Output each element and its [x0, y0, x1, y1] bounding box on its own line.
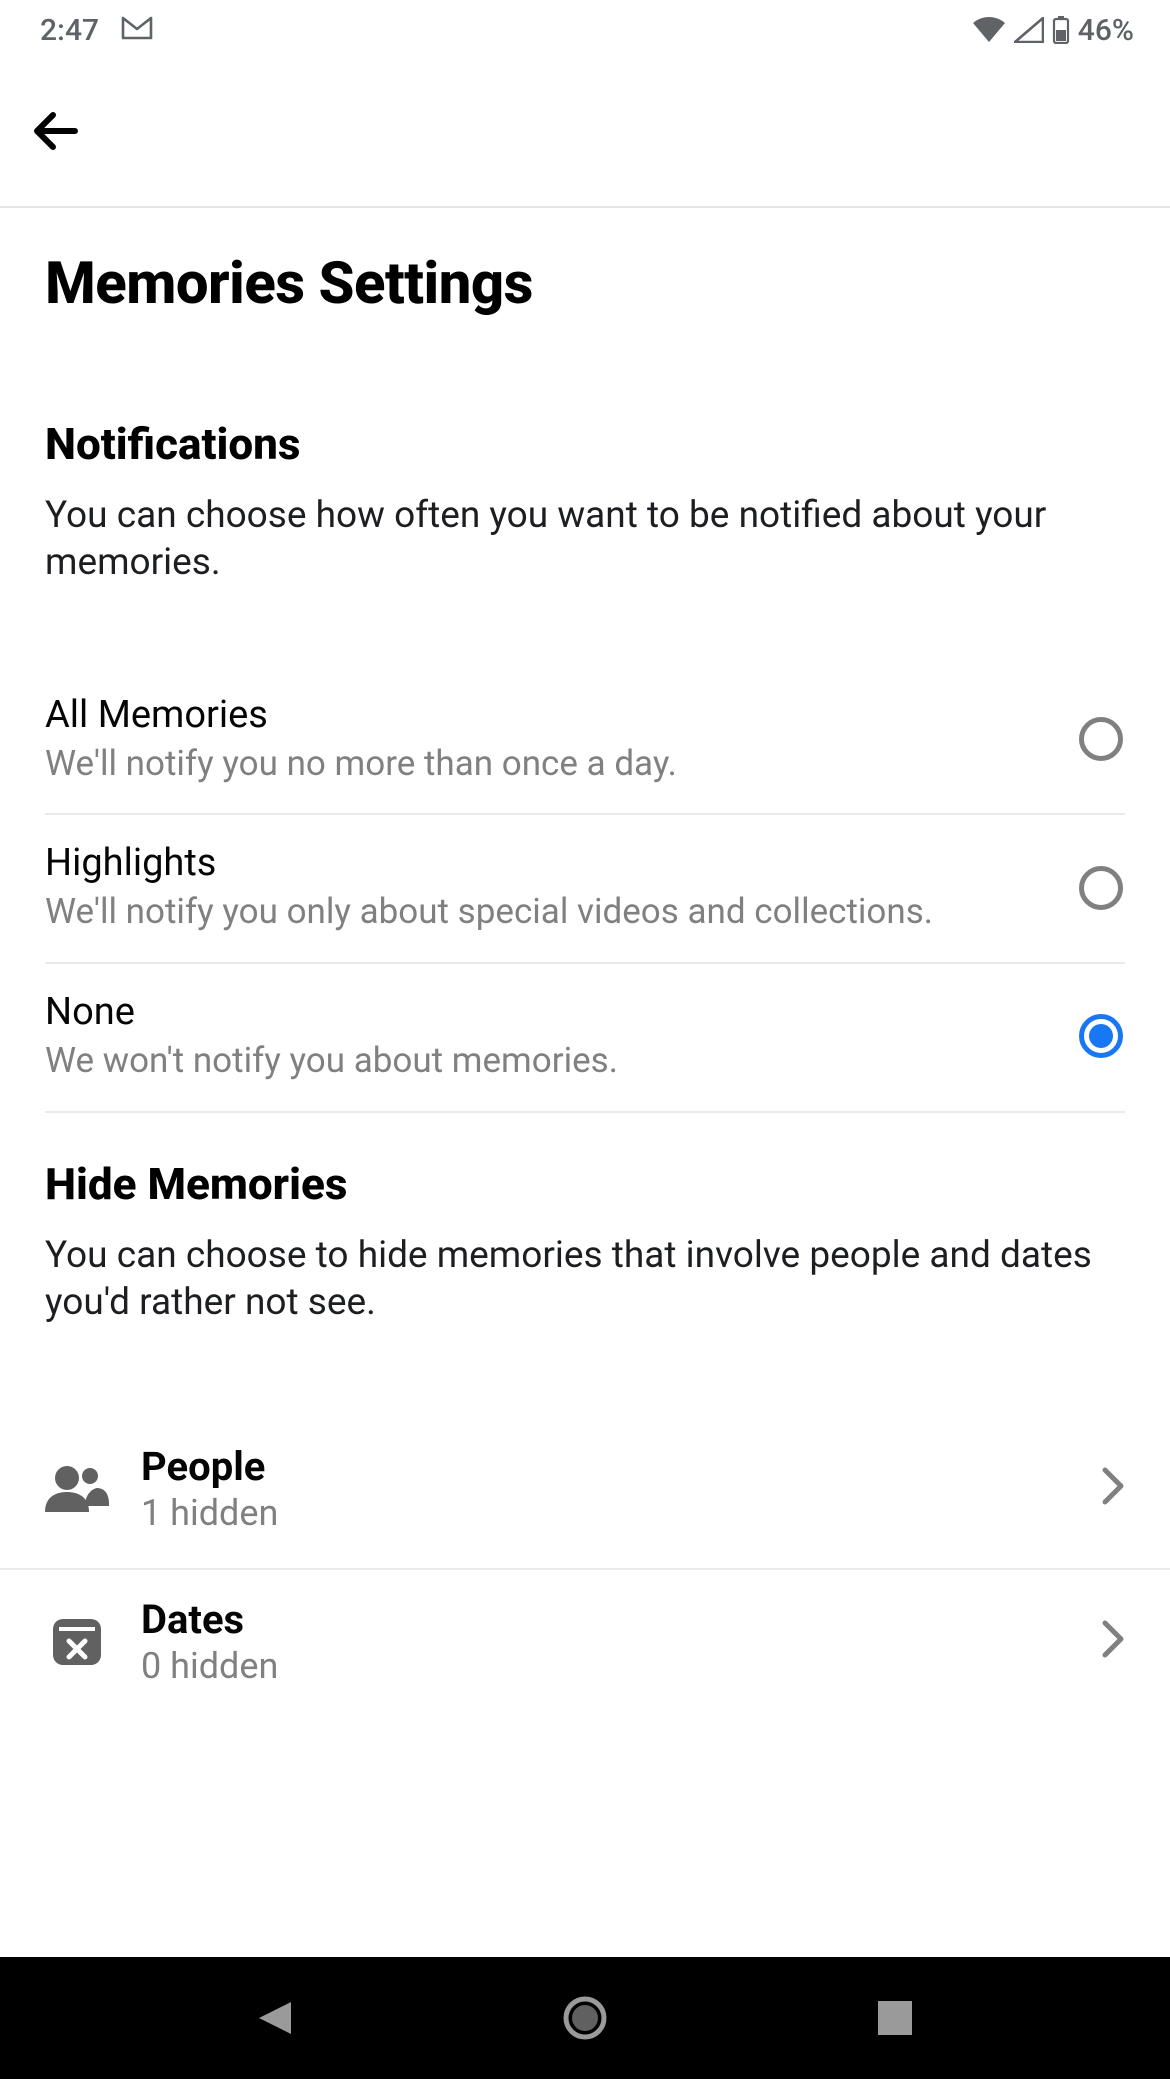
back-button[interactable] [22, 98, 92, 168]
hide-text: Dates 0 hidden [141, 1596, 1069, 1687]
hide-people-row[interactable]: People 1 hidden [45, 1417, 1125, 1568]
radio-none[interactable] [1077, 1012, 1125, 1060]
option-sub: We'll notify you only about special vide… [45, 891, 1053, 934]
option-label: None [45, 990, 1053, 1034]
notification-options: All Memories We'll notify you no more th… [45, 667, 1125, 1113]
radio-highlights[interactable] [1077, 864, 1125, 912]
cell-signal-icon [1014, 17, 1044, 43]
wifi-icon [972, 17, 1006, 43]
chevron-right-icon [1101, 1619, 1125, 1663]
battery-percent: 46% [1078, 13, 1134, 48]
nav-home-button[interactable] [557, 1990, 613, 2046]
hide-label: People [141, 1443, 1069, 1490]
option-all-memories[interactable]: All Memories We'll notify you no more th… [45, 667, 1125, 816]
hide-title: Hide Memories [45, 1158, 1125, 1210]
notifications-title: Notifications [45, 418, 1125, 470]
option-label: Highlights [45, 841, 1053, 885]
option-highlights[interactable]: Highlights We'll notify you only about s… [45, 815, 1125, 964]
hide-list: People 1 hidden Dates 0 hidden [45, 1417, 1125, 1721]
hide-sub: 1 hidden [141, 1492, 1069, 1534]
status-time: 2:47 [40, 13, 99, 48]
battery-icon [1052, 16, 1070, 44]
people-icon [45, 1456, 109, 1520]
option-label: All Memories [45, 693, 1053, 737]
calendar-x-icon [45, 1609, 109, 1673]
hide-text: People 1 hidden [141, 1443, 1069, 1534]
option-text: Highlights We'll notify you only about s… [45, 841, 1053, 934]
status-right: 46% [972, 13, 1134, 48]
content: Memories Settings Notifications You can … [0, 250, 1170, 1721]
option-text: All Memories We'll notify you no more th… [45, 693, 1053, 786]
status-left: 2:47 [40, 13, 153, 48]
hide-sub: 0 hidden [141, 1645, 1069, 1687]
option-text: None We won't notify you about memories. [45, 990, 1053, 1083]
android-nav-bar [0, 1957, 1170, 2079]
option-sub: We'll notify you no more than once a day… [45, 743, 1053, 786]
nav-back-button[interactable] [247, 1990, 303, 2046]
chevron-right-icon [1101, 1466, 1125, 1510]
hide-desc: You can choose to hide memories that inv… [45, 1232, 1125, 1327]
page-title: Memories Settings [45, 250, 1125, 318]
hide-dates-row[interactable]: Dates 0 hidden [45, 1570, 1125, 1721]
radio-all-memories[interactable] [1077, 715, 1125, 763]
option-sub: We won't notify you about memories. [45, 1040, 1053, 1083]
notifications-desc: You can choose how often you want to be … [45, 492, 1125, 587]
arrow-left-icon [29, 103, 85, 163]
option-none[interactable]: None We won't notify you about memories. [45, 964, 1125, 1113]
app-header [0, 60, 1170, 208]
gmail-icon [121, 13, 153, 48]
status-bar: 2:47 46% [0, 0, 1170, 60]
hide-label: Dates [141, 1596, 1069, 1643]
nav-recents-button[interactable] [867, 1990, 923, 2046]
